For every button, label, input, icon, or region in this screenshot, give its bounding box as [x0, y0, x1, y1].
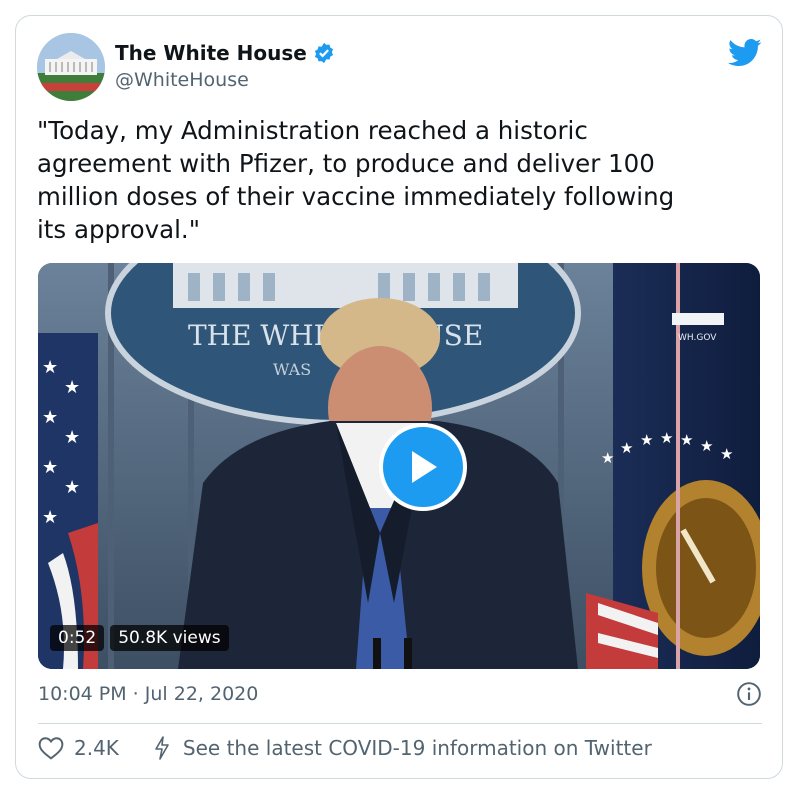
like-button[interactable]: 2.4K — [38, 736, 119, 760]
svg-text:★: ★ — [64, 427, 80, 448]
info-icon[interactable] — [736, 681, 762, 707]
tweet-timestamp[interactable]: 10:04 PM · Jul 22, 2020 — [38, 683, 258, 705]
svg-text:★: ★ — [42, 457, 58, 478]
video-views: 50.8K views — [110, 625, 229, 651]
video-player[interactable]: THE WHITE HOUSE WAS ★★★ ★★★ ★ ★★★ ★★★ ★ — [38, 263, 760, 669]
svg-text:★: ★ — [720, 445, 733, 463]
svg-text:★: ★ — [700, 437, 713, 455]
covid-info-link[interactable]: See the latest COVID-19 information on T… — [153, 736, 652, 760]
svg-text:★: ★ — [42, 507, 58, 528]
heart-icon — [38, 737, 64, 760]
play-button[interactable] — [379, 423, 467, 511]
svg-text:★: ★ — [42, 357, 58, 378]
author-handle[interactable]: @WhiteHouse — [115, 68, 249, 92]
svg-text:★: ★ — [660, 429, 673, 447]
wh-gov-watermark: WH.GOV — [678, 333, 717, 343]
svg-text:★: ★ — [64, 377, 80, 398]
white-house-avatar-image — [37, 33, 105, 101]
lightning-icon — [155, 736, 169, 760]
twitter-bird-icon[interactable] — [728, 38, 762, 68]
tweet-actions: 2.4K See the latest COVID-19 information… — [38, 736, 652, 760]
tweet-text: "Today, my Administration reached a hist… — [37, 116, 675, 244]
tweet-card: The White House @WhiteHouse "Today, my A… — [15, 15, 783, 779]
verified-badge-icon — [314, 42, 333, 64]
svg-text:★: ★ — [640, 431, 653, 449]
video-duration: 0:52 — [50, 625, 105, 651]
svg-text:★: ★ — [64, 477, 80, 498]
svg-text:★: ★ — [620, 439, 633, 457]
author-name[interactable]: The White House — [115, 41, 307, 65]
svg-text:★: ★ — [680, 431, 693, 449]
svg-text:★: ★ — [601, 449, 614, 467]
divider — [38, 723, 762, 724]
like-count: 2.4K — [74, 736, 119, 760]
seal-text-line2: WAS — [273, 360, 311, 379]
video-stats: 0:52 50.8K views — [50, 625, 229, 651]
avatar[interactable] — [37, 33, 105, 101]
svg-text:★: ★ — [42, 407, 58, 428]
play-icon — [412, 451, 437, 483]
covid-info-text: See the latest COVID-19 information on T… — [182, 736, 652, 760]
author-name-row[interactable]: The White House — [115, 41, 335, 65]
